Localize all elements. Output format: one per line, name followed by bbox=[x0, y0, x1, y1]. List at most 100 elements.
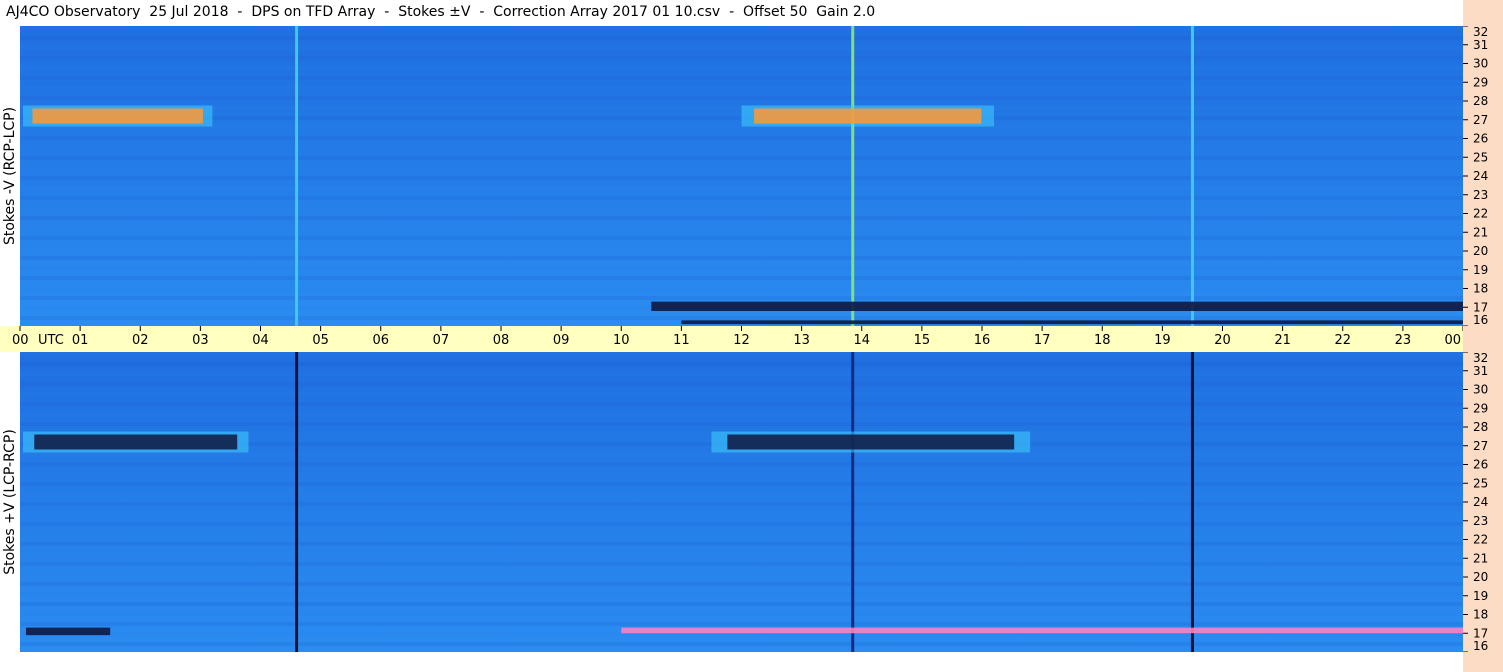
texture-stripe bbox=[20, 236, 1463, 240]
time-tick-label: 19 bbox=[1154, 333, 1171, 348]
freq-tick-label: 18 bbox=[1473, 608, 1488, 622]
texture-stripe bbox=[20, 176, 1463, 180]
y-axis-label-bottom-text: Stokes +V (LCP-RCP) bbox=[2, 429, 18, 575]
time-tick-label: 13 bbox=[793, 333, 810, 348]
texture-stripe bbox=[20, 76, 1463, 80]
time-tick-label: 09 bbox=[553, 333, 570, 348]
texture-stripe bbox=[20, 126, 1463, 130]
texture-stripe bbox=[20, 592, 1463, 596]
texture-stripe bbox=[20, 246, 1463, 250]
time-tick-label: 06 bbox=[372, 333, 389, 348]
time-tick-label: 12 bbox=[733, 333, 750, 348]
burst-mark bbox=[754, 108, 982, 124]
texture-stripe bbox=[20, 612, 1463, 616]
texture-stripe bbox=[20, 502, 1463, 506]
texture-stripe bbox=[20, 552, 1463, 556]
texture-stripe bbox=[20, 226, 1463, 230]
time-tick-label: 00 bbox=[12, 333, 29, 348]
burst-mark bbox=[34, 434, 238, 450]
freq-tick-label: 26 bbox=[1473, 458, 1488, 472]
time-tick-label: 21 bbox=[1274, 333, 1291, 348]
spectrogram-top-svg bbox=[20, 26, 1463, 326]
chart-title: AJ4CO Observatory 25 Jul 2018 - DPS on T… bbox=[6, 4, 876, 20]
texture-stripe bbox=[20, 372, 1463, 376]
texture-stripe bbox=[20, 66, 1463, 70]
freq-tick-label: 19 bbox=[1473, 589, 1488, 603]
time-axis-svg: 00 01 02 03 04 05 06 07 08 09 10 11 12 13 14 15 16 17 18 19… bbox=[12, 326, 1463, 348]
freq-tick-label: 25 bbox=[1473, 150, 1488, 164]
freq-tick-label: 16 bbox=[1473, 639, 1488, 652]
time-tick-label: 14 bbox=[853, 333, 870, 348]
texture-stripe bbox=[20, 402, 1463, 406]
freq-tick-label: 16 bbox=[1473, 313, 1488, 326]
texture-stripe bbox=[20, 582, 1463, 586]
time-tick-label: 03 bbox=[192, 333, 209, 348]
freq-tick-label: 25 bbox=[1473, 476, 1488, 490]
freq-tick-label: 18 bbox=[1473, 282, 1488, 296]
frequency-axis-top-svg: 1617 18 19 20 21 22 23 24 25 26 27 28 29 30 3132 bbox=[1463, 25, 1488, 327]
freq-tick-label: 19 bbox=[1473, 263, 1488, 277]
time-tick-label: 17 bbox=[1034, 333, 1051, 348]
freq-tick-label: 23 bbox=[1473, 188, 1488, 202]
freq-tick-label: 29 bbox=[1473, 75, 1488, 89]
texture-stripe bbox=[20, 36, 1463, 40]
title-bar: AJ4CO Observatory 25 Jul 2018 - DPS on T… bbox=[0, 0, 1463, 26]
freq-tick-label: 31 bbox=[1473, 38, 1488, 52]
freq-tick-label: 27 bbox=[1473, 439, 1488, 453]
frequency-axis-top: 16 17 18 19 20 21 22 23 24 25 26 27 28 29 30 31 32 bbox=[1463, 25, 1503, 327]
vertical-line-mark bbox=[1190, 26, 1194, 326]
utc-unit-label: UTC bbox=[38, 333, 64, 348]
y-axis-label-top: Stokes -V (RCP-LCP) bbox=[0, 26, 20, 326]
texture-stripe bbox=[20, 562, 1463, 566]
band-mark bbox=[621, 627, 1463, 634]
texture-stripe bbox=[20, 256, 1463, 260]
time-tick-label: 04 bbox=[252, 333, 269, 348]
texture-stripe bbox=[20, 196, 1463, 200]
texture-stripe bbox=[20, 352, 1463, 356]
freq-tick-label: 30 bbox=[1473, 57, 1488, 71]
spectrogram-bottom-svg bbox=[20, 352, 1463, 652]
texture-stripe bbox=[20, 362, 1463, 366]
texture-stripe bbox=[20, 472, 1463, 476]
texture-stripe bbox=[20, 296, 1463, 300]
freq-tick-label: 24 bbox=[1473, 169, 1488, 183]
texture-stripe bbox=[20, 452, 1463, 456]
texture-stripe bbox=[20, 492, 1463, 496]
freq-tick-label: 29 bbox=[1473, 401, 1488, 415]
texture-stripe bbox=[20, 642, 1463, 646]
freq-tick-label: 22 bbox=[1473, 533, 1488, 547]
frequency-axis-bottom: 16 17 18 19 20 21 22 23 24 25 26 27 28 29 30 31 32 bbox=[1463, 351, 1503, 653]
texture-stripe bbox=[20, 602, 1463, 606]
texture-stripe bbox=[20, 422, 1463, 426]
band-mark bbox=[26, 627, 111, 636]
spectrogram-top bbox=[20, 26, 1463, 326]
texture-stripe bbox=[20, 412, 1463, 416]
freq-tick-label: 27 bbox=[1473, 113, 1488, 127]
texture-stripe bbox=[20, 286, 1463, 290]
freq-tick-label: 23 bbox=[1473, 514, 1488, 528]
time-tick-label: 07 bbox=[433, 333, 450, 348]
texture-stripe bbox=[20, 136, 1463, 140]
freq-tick-label: 32 bbox=[1473, 26, 1488, 39]
time-tick-label: 01 bbox=[72, 333, 89, 348]
freq-tick-label: 28 bbox=[1473, 94, 1488, 108]
time-tick-label: 15 bbox=[914, 333, 931, 348]
freq-tick-label: 32 bbox=[1473, 352, 1488, 365]
freq-tick-label: 30 bbox=[1473, 383, 1488, 397]
vertical-line-mark bbox=[295, 26, 299, 326]
vertical-line-mark bbox=[851, 352, 855, 652]
vertical-line-mark bbox=[851, 26, 855, 326]
spectrogram-bottom bbox=[20, 352, 1463, 652]
freq-tick-label: 31 bbox=[1473, 364, 1488, 378]
time-tick-label: 02 bbox=[132, 333, 149, 348]
time-tick-label: 22 bbox=[1334, 333, 1351, 348]
texture-stripe bbox=[20, 96, 1463, 100]
texture-stripe bbox=[20, 542, 1463, 546]
texture-stripe bbox=[20, 206, 1463, 210]
freq-tick-label: 21 bbox=[1473, 225, 1488, 239]
time-tick-label: 00 bbox=[1444, 333, 1461, 348]
texture-stripe bbox=[20, 266, 1463, 270]
vertical-line-mark bbox=[1190, 352, 1194, 652]
frequency-axis-bottom-svg: 1617 18 19 20 21 22 23 24 25 26 27 28 29 30 3132 bbox=[1463, 351, 1488, 653]
freq-tick-label: 20 bbox=[1473, 244, 1488, 258]
